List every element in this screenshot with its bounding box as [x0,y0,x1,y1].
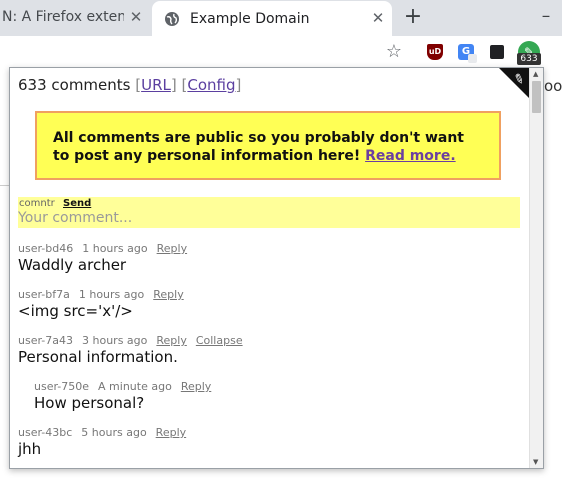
comments-popup: 633 comments [URL] [Config] ✎ All commen… [9,67,544,469]
tab-example-domain[interactable]: Example Domain ✕ [152,1,392,36]
reply-link[interactable]: Reply [157,242,187,255]
comment-text: Personal information. [18,348,178,366]
tab-title: Example Domain [190,10,310,27]
comment-meta: user-bf7a 1 hours ago Reply [18,288,193,301]
comment-user: user-bd46 [18,242,74,255]
comment-user: user-750e [34,380,90,393]
comment-text: jhh [18,440,42,458]
comment-text: Waddly archer [18,256,127,274]
comment-user: user-bf7a [18,288,70,301]
comment-item: user-7a43 3 hours ago Reply Collapse Person… [18,334,252,366]
read-more-link[interactable]: Read more. [365,148,456,164]
tab-title: N: A Firefox exten [2,9,124,25]
comment-meta: user-7a43 3 hours ago Reply Collapse [18,334,252,347]
scrollbar-thumb[interactable] [532,81,541,113]
scroll-down-arrow-icon[interactable]: ▼ [533,458,538,466]
comment-time: 5 hours ago [81,426,147,439]
reply-link[interactable]: Reply [153,288,183,301]
minimize-window-button[interactable]: – [536,6,556,26]
comment-meta: user-43bc 5 hours ago Reply [18,426,195,439]
comment-count-badge: 633 [517,53,541,65]
send-button[interactable]: Send [63,198,91,209]
reply-link[interactable]: Reply [156,334,186,347]
comment-time: 3 hours ago [82,334,148,347]
comment-meta: user-750e A minute ago Reply [34,380,220,393]
reply-link[interactable]: Reply [156,426,186,439]
comment-time: A minute ago [98,380,172,393]
translate-extension-icon[interactable]: G [458,44,477,63]
scroll-up-arrow-icon[interactable]: ▲ [533,70,538,78]
comment-composer: comntr Send [18,197,520,228]
url-link[interactable]: URL [141,76,171,94]
collapse-link[interactable]: Collapse [196,334,243,347]
comment-count: 633 comments [18,76,131,94]
comment-item: user-bd46 1 hours ago Reply Waddly archer [18,242,196,274]
new-tab-button[interactable]: + [402,6,424,28]
comment-item: user-43bc 5 hours ago Reply jhh [18,426,195,458]
reply-link[interactable]: Reply [181,380,211,393]
tab-strip: N: A Firefox exten ✕ Example Domain ✕ + … [0,0,562,36]
composer-username: comntr [19,198,55,209]
comment-item: user-bf7a 1 hours ago Reply <img src='x'/> [18,288,193,320]
ublock-extension-icon[interactable]: uD [427,44,443,60]
comment-user: user-43bc [18,426,73,439]
comment-text: How personal? [34,394,145,412]
comment-time: 1 hours ago [82,242,148,255]
close-icon[interactable]: ✕ [128,9,144,25]
page-text-fragment: oo [544,77,562,95]
bracket: ] [235,76,242,94]
popup-scrollbar[interactable]: ▲ ▼ [529,68,543,468]
bookmark-star-icon[interactable]: ☆ [384,42,404,62]
comment-meta: user-bd46 1 hours ago Reply [18,242,196,255]
close-icon[interactable]: ✕ [370,10,386,26]
comment-input[interactable] [18,209,508,227]
popup-header: 633 comments [URL] [Config] [18,76,241,94]
config-link[interactable]: Config [187,76,235,94]
browser-toolbar: ☆ uD G ✎ [0,36,562,70]
tab-firefox-extension[interactable]: N: A Firefox exten ✕ [0,0,150,34]
comment-text: <img src='x'/> [18,302,133,320]
privacy-notice: All comments are public so you probably … [35,111,501,180]
globe-icon [165,11,179,26]
reply-comment-item: user-750e A minute ago Reply How personal? [34,380,220,412]
comment-time: 1 hours ago [78,288,145,301]
comment-user: user-7a43 [18,334,73,347]
extension-square-icon[interactable] [490,45,504,59]
bracket: ] [170,76,177,94]
